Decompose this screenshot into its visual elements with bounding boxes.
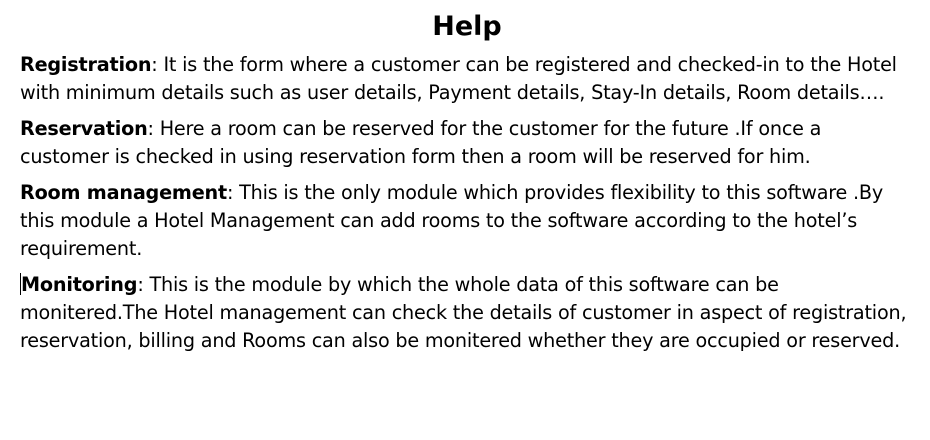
section-reservation: Reservation: Here a room can be reserved… xyxy=(20,115,914,171)
section-monitoring: Monitoring: This is the module by which … xyxy=(20,271,914,355)
section-room-management: Room management: This is the only module… xyxy=(20,179,914,263)
term-reservation: Reservation xyxy=(20,117,148,140)
description-registration: : It is the form where a customer can be… xyxy=(20,53,897,104)
term-room-management: Room management xyxy=(20,181,227,204)
term-registration: Registration xyxy=(20,53,152,76)
section-registration: Registration: It is the form where a cus… xyxy=(20,51,914,107)
page-title: Help xyxy=(432,11,502,42)
term-monitoring: Monitoring xyxy=(21,273,138,296)
description-monitoring: : This is the module by which the whole … xyxy=(20,273,907,352)
help-document: Help Registration: It is the form where … xyxy=(0,0,930,440)
